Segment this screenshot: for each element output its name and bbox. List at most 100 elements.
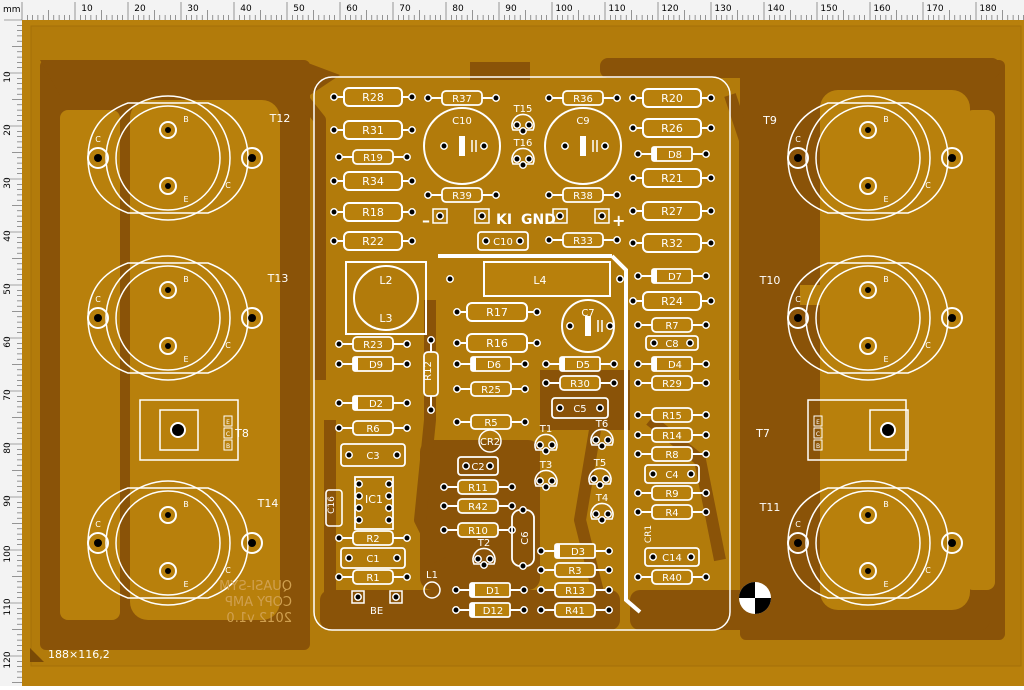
resistor-r26[interactable]: R26 — [629, 118, 715, 138]
solder-pad[interactable] — [650, 339, 658, 347]
resistor-r31[interactable]: R31 — [330, 120, 416, 140]
solder-pad[interactable] — [542, 447, 550, 455]
solder-pad[interactable] — [446, 275, 454, 283]
solder-pad[interactable] — [537, 586, 545, 594]
solder-pad[interactable] — [453, 418, 461, 426]
solder-pad[interactable] — [702, 489, 710, 497]
solder-pad[interactable] — [408, 177, 416, 185]
resistor-r21[interactable]: R21 — [629, 168, 715, 188]
solder-pad[interactable] — [613, 94, 621, 102]
solder-pad[interactable] — [707, 207, 715, 215]
solder-pad[interactable] — [629, 124, 637, 132]
solder-pad[interactable] — [385, 516, 393, 524]
solder-pad[interactable] — [598, 212, 606, 220]
solder-pad[interactable] — [335, 399, 343, 407]
solder-pad[interactable] — [521, 418, 529, 426]
solder-pad[interactable] — [385, 480, 393, 488]
solder-pad[interactable] — [385, 492, 393, 500]
solder-pad[interactable] — [702, 431, 710, 439]
solder-pad[interactable] — [516, 237, 524, 245]
solder-pad[interactable] — [403, 399, 411, 407]
solder-pad[interactable] — [478, 212, 486, 220]
pcb-canvas[interactable]: mm 10 20 30 40 50 60 70 80 90 100 110 120 130 140 150 1… — [0, 0, 1024, 686]
solder-pad[interactable] — [452, 586, 460, 594]
solder-pad[interactable] — [355, 516, 363, 524]
solder-pad[interactable] — [556, 404, 564, 412]
solder-pad[interactable] — [702, 508, 710, 516]
solder-pad[interactable] — [702, 411, 710, 419]
solder-pad[interactable] — [536, 441, 544, 449]
solder-pad[interactable] — [393, 554, 401, 562]
solder-pad[interactable] — [592, 510, 600, 518]
solder-pad[interactable] — [702, 573, 710, 581]
resistor-r17[interactable]: R17 — [453, 302, 541, 322]
solder-pad[interactable] — [354, 593, 362, 601]
solder-pad[interactable] — [330, 93, 338, 101]
solder-pad[interactable] — [335, 153, 343, 161]
solder-pad[interactable] — [545, 94, 553, 102]
solder-pad[interactable] — [533, 308, 541, 316]
solder-pad[interactable] — [486, 462, 494, 470]
solder-pad[interactable] — [453, 339, 461, 347]
solder-pad[interactable] — [634, 360, 642, 368]
solder-pad[interactable] — [519, 127, 527, 135]
solder-pad[interactable] — [561, 142, 569, 150]
solder-pad[interactable] — [634, 272, 642, 280]
solder-pad[interactable] — [707, 297, 715, 305]
resistor-r32[interactable]: R32 — [629, 233, 715, 253]
solder-pad[interactable] — [508, 483, 516, 491]
solder-pad[interactable] — [686, 339, 694, 347]
solder-pad[interactable] — [629, 297, 637, 305]
solder-pad[interactable] — [335, 534, 343, 542]
solder-pad[interactable] — [601, 142, 609, 150]
solder-pad[interactable] — [649, 553, 657, 561]
solder-pad[interactable] — [440, 502, 448, 510]
solder-pad[interactable] — [545, 191, 553, 199]
solder-pad[interactable] — [613, 191, 621, 199]
solder-pad[interactable] — [536, 477, 544, 485]
solder-pad[interactable] — [453, 385, 461, 393]
solder-pad[interactable] — [436, 212, 444, 220]
solder-pad[interactable] — [355, 492, 363, 500]
solder-pad[interactable] — [548, 441, 556, 449]
solder-pad[interactable] — [355, 504, 363, 512]
solder-pad[interactable] — [508, 502, 516, 510]
solder-pad[interactable] — [634, 150, 642, 158]
solder-pad[interactable] — [702, 450, 710, 458]
solder-pad[interactable] — [556, 212, 564, 220]
solder-pad[interactable] — [453, 360, 461, 368]
solder-pad[interactable] — [403, 360, 411, 368]
solder-pad[interactable] — [403, 340, 411, 348]
solder-pad[interactable] — [634, 379, 642, 387]
solder-pad[interactable] — [629, 207, 637, 215]
solder-pad[interactable] — [335, 360, 343, 368]
solder-pad[interactable] — [542, 360, 550, 368]
solder-pad[interactable] — [634, 411, 642, 419]
solder-pad[interactable] — [440, 142, 448, 150]
solder-pad[interactable] — [537, 547, 545, 555]
solder-pad[interactable] — [613, 236, 621, 244]
solder-pad[interactable] — [452, 606, 460, 614]
solder-pad[interactable] — [480, 561, 488, 569]
solder-pad[interactable] — [590, 475, 598, 483]
solder-pad[interactable] — [427, 336, 435, 344]
solder-pad[interactable] — [533, 339, 541, 347]
solder-pad[interactable] — [634, 450, 642, 458]
solder-pad[interactable] — [525, 121, 533, 129]
solder-pad[interactable] — [513, 121, 521, 129]
solder-pad[interactable] — [385, 504, 393, 512]
solder-pad[interactable] — [542, 483, 550, 491]
solder-pad[interactable] — [537, 566, 545, 574]
solder-pad[interactable] — [605, 547, 613, 555]
solder-pad[interactable] — [566, 322, 574, 330]
solder-pad[interactable] — [702, 150, 710, 158]
solder-pad[interactable] — [707, 174, 715, 182]
solder-pad[interactable] — [605, 606, 613, 614]
solder-pad[interactable] — [610, 360, 618, 368]
solder-pad[interactable] — [605, 586, 613, 594]
resistor-r22[interactable]: R22 — [330, 231, 416, 251]
resistor-r34[interactable]: R34 — [330, 171, 416, 191]
solder-pad[interactable] — [408, 126, 416, 134]
solder-pad[interactable] — [649, 470, 657, 478]
solder-pad[interactable] — [702, 272, 710, 280]
